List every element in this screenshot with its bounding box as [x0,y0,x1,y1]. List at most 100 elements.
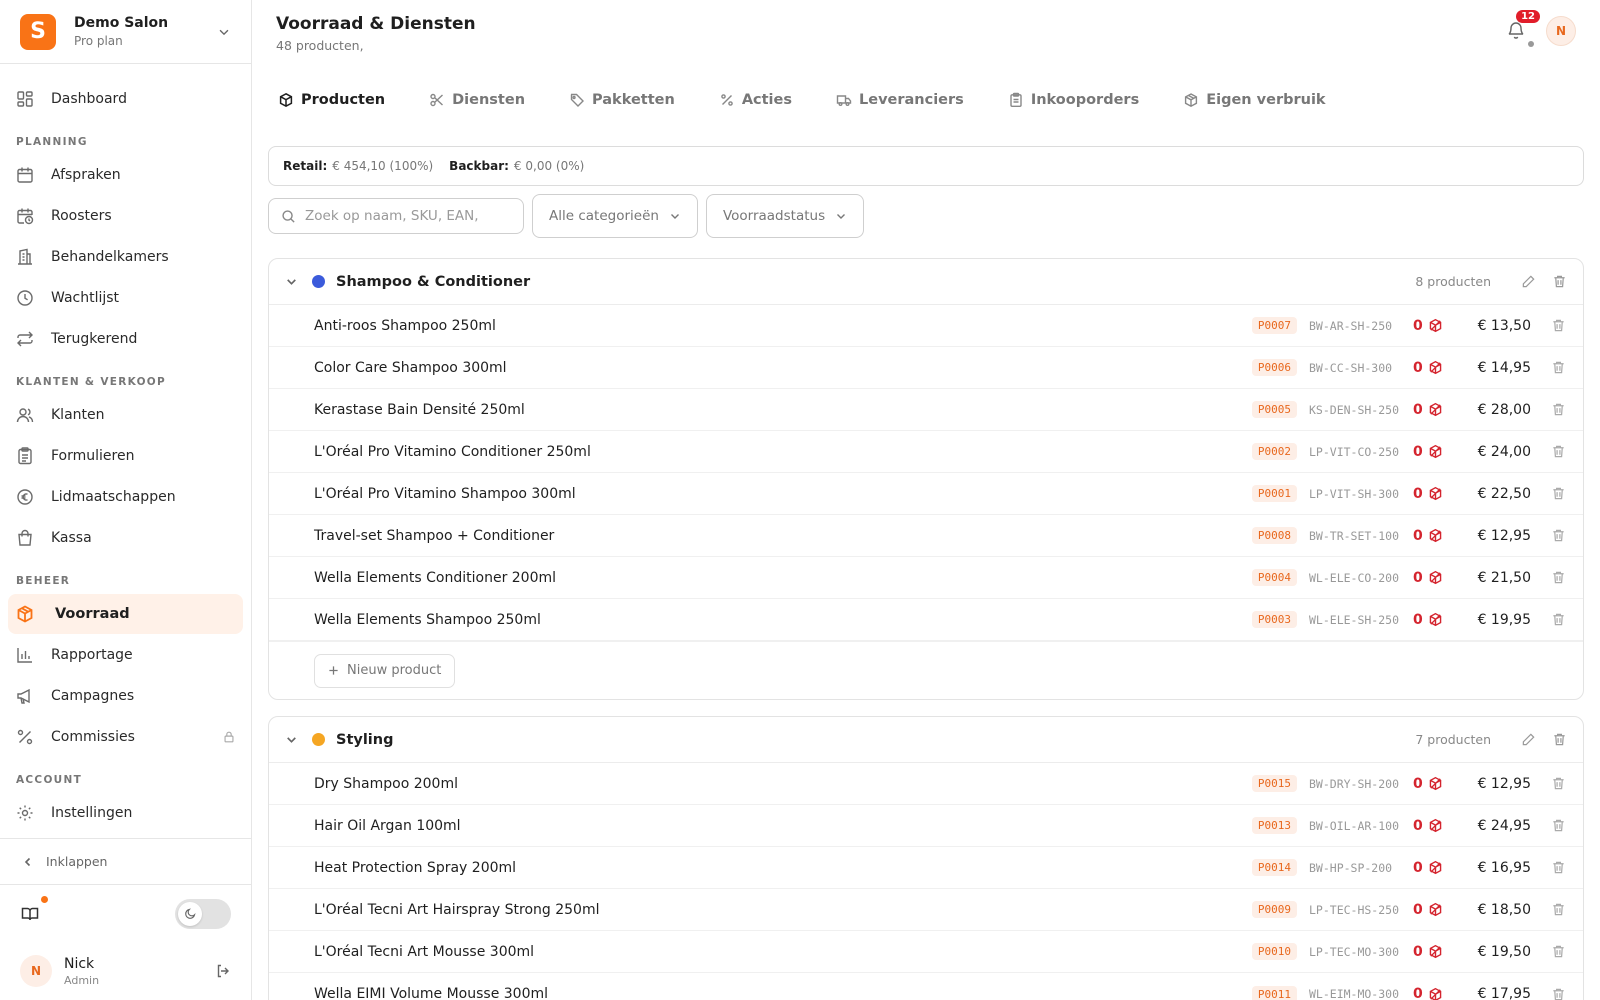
product-id-badge: P0007 [1251,317,1297,334]
user-role: Admin [64,973,100,987]
product-row[interactable]: L'Oréal Tecni Art Hairspray Strong 250ml… [269,889,1583,931]
category-select[interactable]: Alle categorieën [532,194,698,238]
product-row[interactable]: L'Oréal Pro Vitamino Shampoo 300ml P0001 L… [269,473,1583,515]
sidebar-item-terugkerend[interactable]: Terugkerend [8,319,243,359]
sidebar-item-lidmaatschappen[interactable]: Lidmaatschappen [8,477,243,517]
chevron-down-icon[interactable] [285,275,298,288]
trash-icon[interactable] [1551,902,1566,917]
org-plan: Pro plan [74,34,123,48]
product-row[interactable]: L'Oréal Tecni Art Mousse 300ml P0010 LP-TE… [269,931,1583,973]
stock-status-select[interactable]: Voorraadstatus [705,194,865,238]
stock-count: 0 [1413,986,1455,1000]
trash-icon[interactable] [1551,528,1566,543]
notification-count-badge: 12 [1516,10,1540,23]
product-price: € 19,50 [1477,943,1531,960]
out-of-stock-icon [1429,902,1442,917]
tab-inkooporders[interactable]: Inkooporders [1008,92,1139,108]
tab-producten[interactable]: Producten [278,92,385,108]
trash-icon[interactable] [1551,612,1566,627]
trash-icon[interactable] [1551,987,1566,1000]
product-row[interactable]: Anti-roos Shampoo 250ml P0007 BW-AR-SH-250… [269,305,1583,347]
trash-icon[interactable] [1552,274,1567,289]
product-id-badge: P0013 [1251,817,1297,834]
sidebar-item-afspraken[interactable]: Afspraken [8,155,243,195]
sidebar-item-voorraad[interactable]: Voorraad [8,594,243,634]
product-row[interactable]: Wella Elements Shampoo 250ml P0003 WL-ELE-… [269,599,1583,641]
collapse-sidebar-button[interactable]: Inklappen [0,838,251,884]
trash-icon[interactable] [1551,570,1566,585]
product-row[interactable]: Heat Protection Spray 200ml P0014 BW-HP-SP… [269,847,1583,889]
sidebar-item-kassa[interactable]: Kassa [8,518,243,558]
sidebar-item-behandelkamers[interactable]: Behandelkamers [8,237,243,277]
product-row[interactable]: Wella Elements Conditioner 200ml P0004 WL-… [269,557,1583,599]
stock-value: 0 [1413,527,1423,544]
search-icon [282,209,295,223]
product-id-badge: P0008 [1251,527,1297,544]
tab-eigen-verbruik[interactable]: Eigen verbruik [1183,92,1326,108]
logout-icon[interactable] [215,963,231,979]
stock-value: 0 [1413,901,1423,918]
product-row[interactable]: Dry Shampoo 200ml P0015 BW-DRY-SH-200 0 € 12… [269,763,1583,805]
theme-toggle[interactable] [175,898,231,929]
out-of-stock-icon [1429,444,1442,459]
docs-button[interactable] [20,895,48,924]
tab-acties[interactable]: Acties [719,92,792,108]
product-price: € 16,95 [1477,859,1531,876]
product-row[interactable]: Color Care Shampoo 300ml P0006 BW-CC-SH-30… [269,347,1583,389]
section-beheer: BEHEER [16,575,71,587]
sidebar: S Demo Salon Pro plan Dashboard PLANNING… [0,0,252,1000]
stock-count: 0 [1413,402,1455,418]
trash-icon[interactable] [1551,486,1566,501]
tab-diensten[interactable]: Diensten [429,92,525,108]
sidebar-item-wachtlijst[interactable]: Wachtlijst [8,278,243,318]
trash-icon[interactable] [1552,732,1567,747]
new-product-button[interactable]: Nieuw product [314,653,456,688]
trash-icon[interactable] [1551,944,1566,959]
search-box[interactable] [268,198,524,234]
sidebar-item-klanten[interactable]: Klanten [8,395,243,435]
calendar-clock-icon [17,208,34,225]
edit-icon[interactable] [1521,274,1536,289]
chevron-down-icon[interactable] [285,733,298,746]
product-row[interactable]: Wella EIMI Volume Mousse 300ml P0011 WL-EI… [269,973,1583,1000]
sidebar-item-campagnes[interactable]: Campagnes [8,676,243,716]
search-input[interactable] [305,208,505,224]
sidebar-item-label: Wachtlijst [51,290,120,306]
stock-count: 0 [1413,902,1455,918]
product-row[interactable]: L'Oréal Pro Vitamino Conditioner 250ml P0… [269,431,1583,473]
user-profile[interactable]: N Nick Admin [0,942,251,1000]
edit-icon[interactable] [1521,732,1536,747]
sidebar-item-dashboard[interactable]: Dashboard [8,79,243,119]
product-sku: LP-TEC-MO-300 [1309,944,1400,959]
product-price: € 28,00 [1477,401,1531,418]
stock-value: 0 [1413,817,1423,834]
stock-count: 0 [1413,486,1455,502]
product-row[interactable]: Travel-set Shampoo + Conditioner P0008 BW-… [269,515,1583,557]
header-avatar[interactable]: N [1546,16,1576,46]
sidebar-item-formulieren[interactable]: Formulieren [8,436,243,476]
category-header[interactable]: Shampoo & Conditioner 8 producten [269,259,1583,305]
product-id-badge: P0005 [1251,401,1297,418]
trash-icon[interactable] [1551,402,1566,417]
trash-icon[interactable] [1551,360,1566,375]
product-sku: BW-AR-SH-250 [1309,318,1393,333]
sidebar-item-commissies[interactable]: Commissies [8,717,243,757]
product-groups: Shampoo & Conditioner 8 producten Anti-roo… [252,258,1600,1000]
sidebar-nav: Dashboard PLANNING Afspraken Roosters Be… [0,64,251,838]
trash-icon[interactable] [1551,776,1566,791]
category-header[interactable]: Styling 7 producten [269,717,1583,763]
product-row[interactable]: Kerastase Bain Densité 250ml P0005 KS-DEN-… [269,389,1583,431]
trash-icon[interactable] [1551,818,1566,833]
sidebar-item-rapportage[interactable]: Rapportage [8,635,243,675]
sidebar-item-instellingen[interactable]: Instellingen [8,793,243,833]
notifications-button[interactable]: 12 [1506,10,1540,47]
tab-leveranciers[interactable]: Leveranciers [836,92,964,108]
org-switcher[interactable]: S Demo Salon Pro plan [0,0,251,64]
sidebar-item-label: Roosters [51,208,112,224]
trash-icon[interactable] [1551,444,1566,459]
tab-pakketten[interactable]: Pakketten [569,92,675,108]
sidebar-item-roosters[interactable]: Roosters [8,196,243,236]
trash-icon[interactable] [1551,860,1566,875]
product-row[interactable]: Hair Oil Argan 100ml P0013 BW-OIL-AR-100 0 €… [269,805,1583,847]
trash-icon[interactable] [1551,318,1566,333]
